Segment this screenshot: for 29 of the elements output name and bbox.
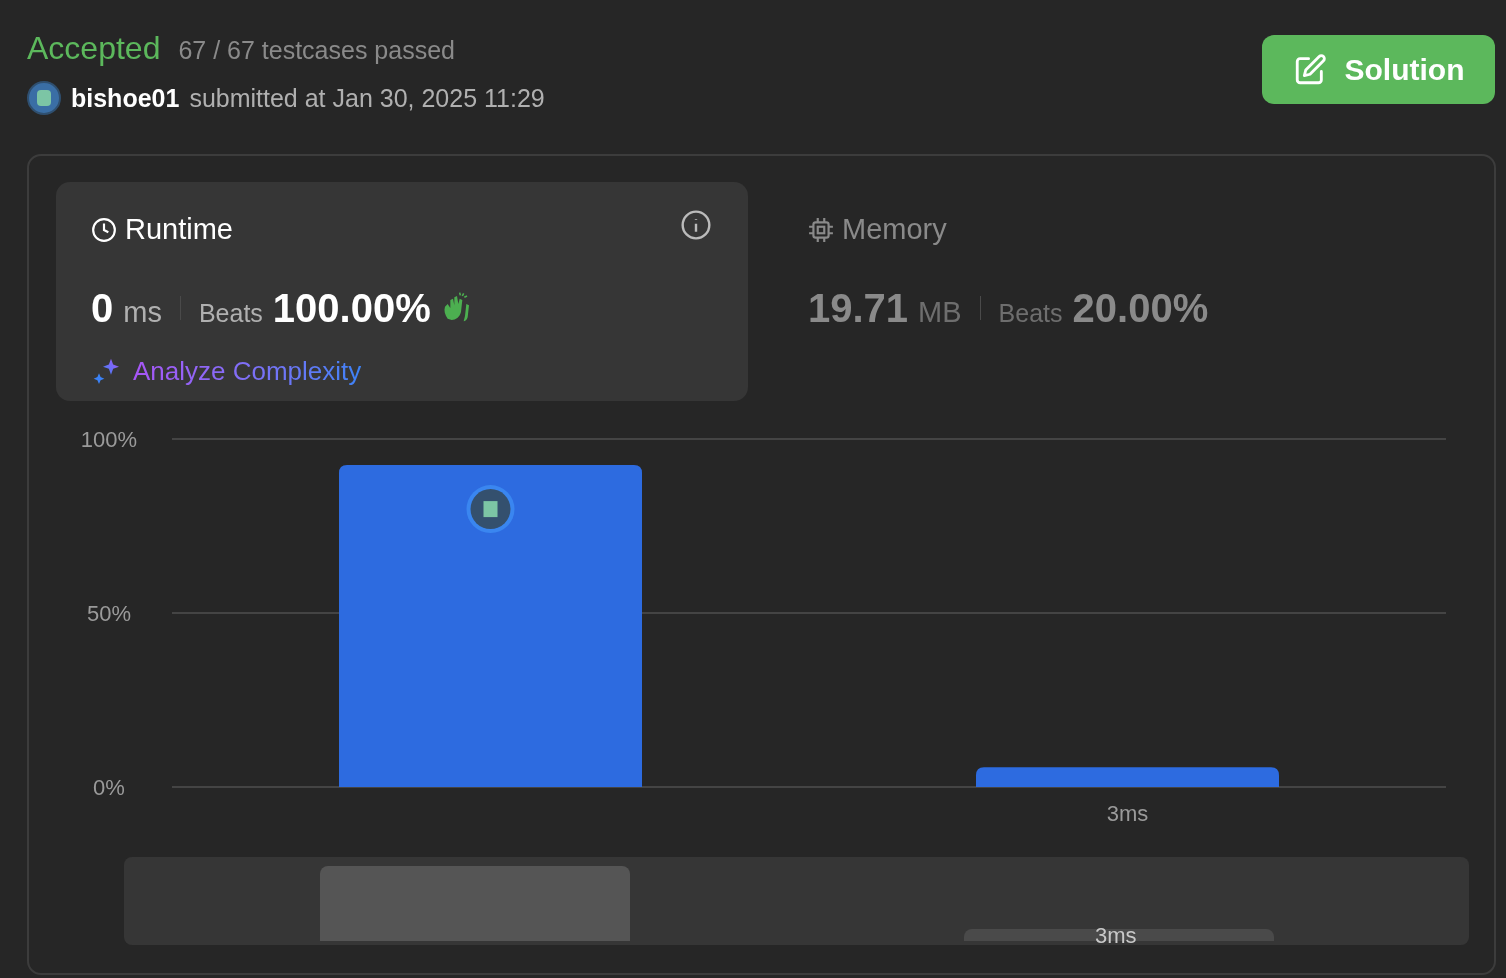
clock-icon: [91, 217, 117, 243]
y-axis-label: 100%: [80, 427, 138, 452]
metric-title: Runtime: [125, 212, 233, 248]
bar[interactable]: [976, 767, 1279, 787]
avatar-marker-icon: [466, 485, 515, 534]
metric-value: 19.71: [808, 285, 909, 332]
testcases-text: 67 / 67 testcases passed: [178, 35, 455, 66]
beats-percentage: 20.00%: [1072, 285, 1209, 332]
y-axis-label: 50%: [87, 601, 131, 626]
username-link[interactable]: bishoe01: [71, 79, 180, 117]
metric-value: 0: [91, 285, 114, 332]
metric-title: Memory: [842, 212, 947, 248]
metric-unit: ms: [123, 295, 162, 330]
bar[interactable]: [339, 465, 642, 787]
beats-percentage: 100.00%: [272, 285, 431, 332]
chip-icon: [808, 217, 834, 243]
x-axis-label: 3ms: [1106, 801, 1149, 826]
beats-label: Beats: [198, 298, 263, 329]
info-icon[interactable]: [680, 209, 712, 241]
avatar-icon: [27, 81, 61, 116]
submitted-time-text: submitted at Jan 30, 2025 11:29: [189, 82, 545, 114]
memory-panel[interactable]: Memory 19.71 MB Beats 20.00%: [780, 182, 1440, 401]
runtime-panel[interactable]: Runtime 0 ms Beats 100.00% Analyze Complexity: [56, 182, 748, 401]
beats-label: Beats: [998, 298, 1063, 329]
metric-unit: MB: [918, 295, 962, 330]
y-axis-label: 0%: [93, 775, 125, 800]
analyze-complexity-link[interactable]: Analyze Complexity: [91, 352, 713, 391]
status-text: Accepted: [27, 29, 161, 68]
range-overview-drawing[interactable]: 3ms: [124, 857, 1469, 945]
